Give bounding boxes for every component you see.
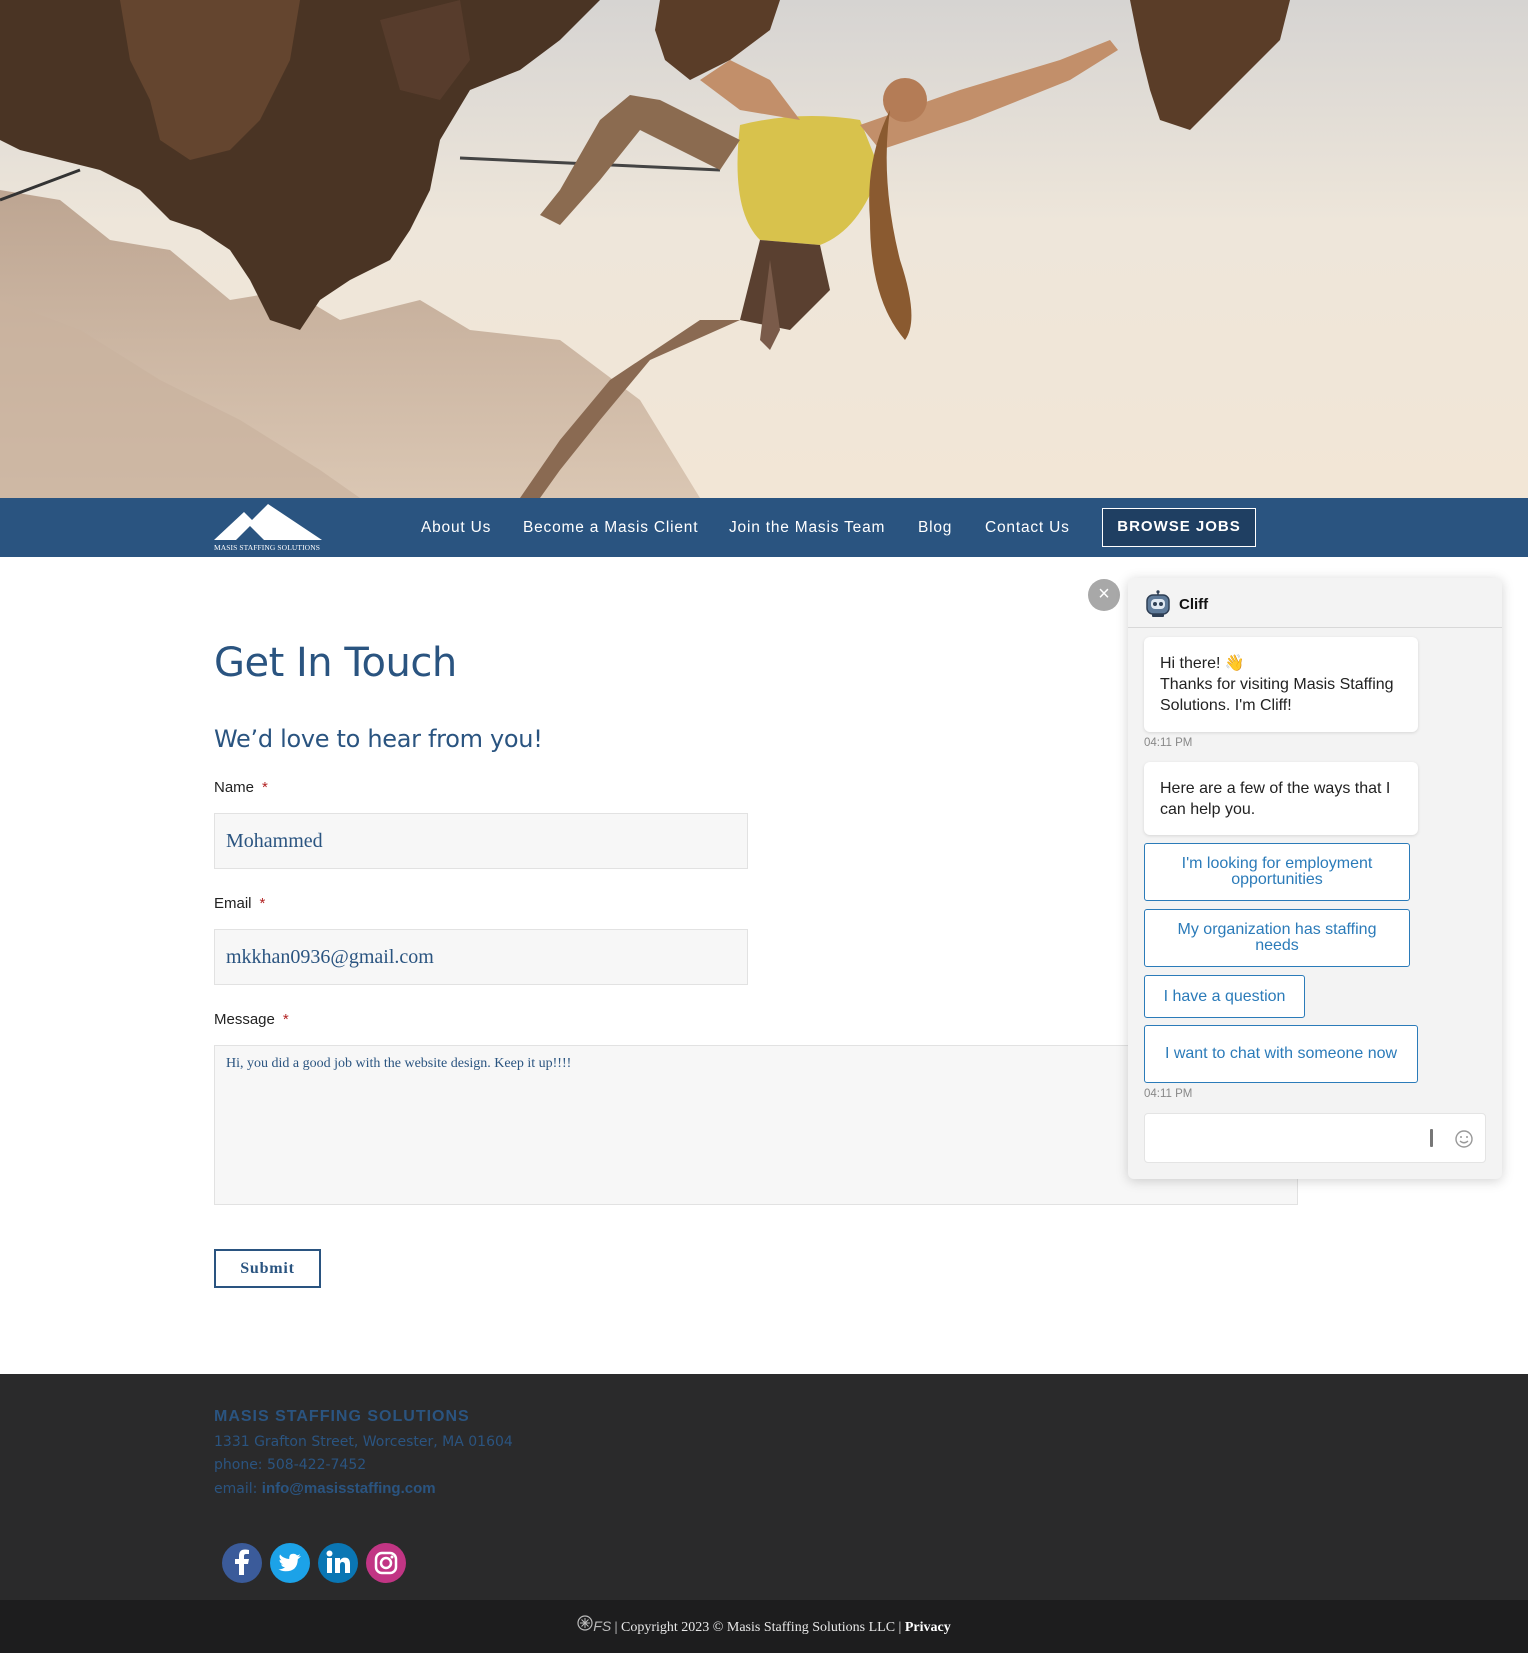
emoji-icon[interactable] — [1453, 1128, 1475, 1150]
facebook-icon[interactable] — [222, 1543, 262, 1583]
chat-timestamp: 04:11 PM — [1144, 1088, 1193, 1100]
nav-become-client[interactable]: Become a Masis Client — [523, 498, 698, 557]
masis-logo[interactable]: MASIS STAFFING SOLUTIONS — [214, 502, 322, 554]
nav-about-us[interactable]: About Us — [421, 498, 491, 557]
bot-name: Cliff — [1179, 596, 1209, 613]
name-label-text: Name — [214, 779, 255, 796]
main-nav: MASIS STAFFING SOLUTIONS About Us Become… — [0, 498, 1528, 557]
email-input[interactable] — [214, 929, 748, 985]
chat-message-greeting: Hi there! 👋 Thanks for visiting Masis St… — [1144, 637, 1418, 732]
logo-text: MASIS STAFFING SOLUTIONS — [214, 543, 320, 552]
twitter-icon[interactable] — [270, 1543, 310, 1583]
required-marker: * — [262, 779, 268, 796]
footer-email: email: info@masisstaffing.com — [214, 1480, 513, 1497]
text-cursor-icon — [1430, 1129, 1433, 1147]
chat-message-input[interactable] — [1155, 1122, 1429, 1156]
page-subtitle: We’d love to hear from you! — [214, 725, 543, 753]
required-marker: * — [282, 1011, 289, 1028]
linkedin-icon[interactable] — [318, 1543, 358, 1583]
greeting-line-2: Thanks for visiting Masis Staffing Solut… — [1160, 676, 1394, 714]
name-input[interactable] — [214, 813, 748, 869]
chat-header: Cliff — [1128, 578, 1502, 628]
chat-composer — [1144, 1113, 1486, 1163]
email-label: Email * — [214, 895, 265, 912]
nav-join-team[interactable]: Join the Masis Team — [729, 498, 885, 557]
footer-email-label: email: — [214, 1481, 258, 1497]
browse-jobs-button[interactable]: BROWSE JOBS — [1102, 508, 1256, 547]
nav-blog[interactable]: Blog — [918, 498, 952, 557]
chat-timestamp: 04:11 PM — [1144, 737, 1193, 749]
fs-logo-icon — [577, 1601, 593, 1654]
footer: MASIS STAFFING SOLUTIONS 1331 Grafton St… — [0, 1374, 1528, 1600]
privacy-link[interactable]: Privacy — [905, 1620, 951, 1635]
hero-climber-illustration — [0, 0, 1528, 498]
footer-phone: phone: 508-422-7452 — [214, 1457, 367, 1473]
greeting-line-1: Hi there! 👋 — [1160, 655, 1245, 672]
footer-contact-info: MASIS STAFFING SOLUTIONS 1331 Grafton St… — [214, 1408, 513, 1583]
option-employment-button[interactable]: I'm looking for employment opportunities — [1144, 843, 1410, 901]
mountain-logo-icon — [214, 504, 322, 540]
copyright-bar: FS | Copyright 2023 © Masis Staffing Sol… — [0, 1600, 1528, 1653]
name-label: Name * — [214, 779, 268, 796]
instagram-icon[interactable] — [366, 1543, 406, 1583]
submit-button[interactable]: Submit — [214, 1249, 321, 1288]
chat-widget: Cliff Hi there! 👋 Thanks for visiting Ma… — [1128, 578, 1502, 1179]
nav-contact-us[interactable]: Contact Us — [985, 498, 1070, 557]
email-label-text: Email — [214, 895, 252, 912]
robot-avatar-icon — [1144, 590, 1172, 623]
copyright-text: | Copyright 2023 © Masis Staffing Soluti… — [614, 1620, 902, 1635]
option-question-button[interactable]: I have a question — [1144, 975, 1305, 1018]
option-staffing-needs-button[interactable]: My organization has staffing needs — [1144, 909, 1410, 967]
chat-close-button[interactable]: × — [1088, 579, 1120, 611]
fs-logo-text: FS — [593, 1618, 612, 1634]
message-label-text: Message — [214, 1011, 275, 1028]
footer-company-name: MASIS STAFFING SOLUTIONS — [214, 1408, 470, 1425]
footer-address: 1331 Grafton Street, Worcester, MA 01604 — [214, 1434, 513, 1450]
page-title: Get In Touch — [214, 640, 457, 686]
required-marker: * — [259, 895, 266, 912]
hero-image — [0, 0, 1528, 498]
chat-message-help: Here are a few of the ways that I can he… — [1144, 762, 1418, 835]
footer-email-link[interactable]: info@masisstaffing.com — [262, 1480, 436, 1497]
message-label: Message * — [214, 1011, 289, 1028]
option-chat-now-button[interactable]: I want to chat with someone now — [1144, 1025, 1418, 1083]
